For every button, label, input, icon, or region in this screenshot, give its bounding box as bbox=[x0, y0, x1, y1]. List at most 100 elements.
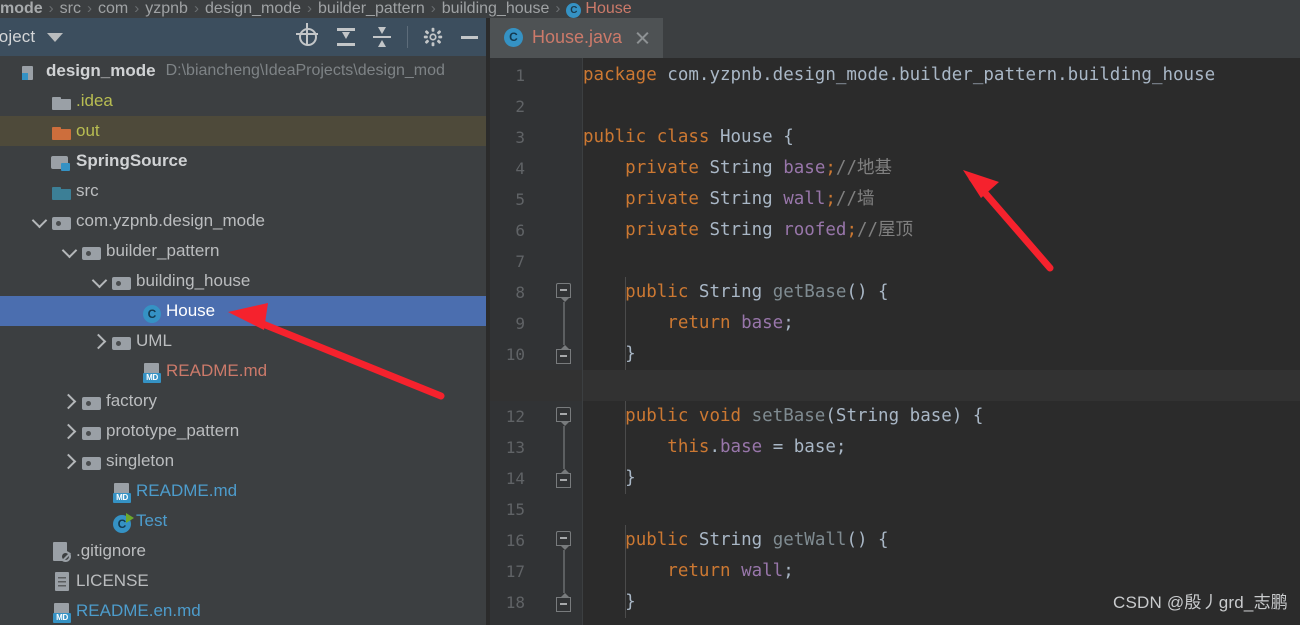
tree-node-springsource[interactable]: SpringSource bbox=[0, 146, 486, 176]
code-line[interactable]: private String wall;//墙 bbox=[583, 184, 1300, 215]
tree-node-prototype-pattern[interactable]: prototype_pattern bbox=[0, 416, 486, 446]
tree-node-building-house[interactable]: building_house bbox=[0, 266, 486, 296]
code-token: String bbox=[709, 158, 784, 178]
tree-node-readme-en-md[interactable]: MD README.en.md bbox=[0, 596, 486, 625]
hide-panel-icon[interactable] bbox=[458, 26, 480, 48]
code-line[interactable] bbox=[583, 494, 1300, 525]
code-line[interactable]: public void setBase(String base) { bbox=[583, 401, 1300, 432]
tree-twisty-placeholder bbox=[120, 356, 140, 386]
code-line[interactable]: package com.yzpnb.design_mode.builder_pa… bbox=[583, 60, 1300, 91]
chevron-right-icon[interactable] bbox=[90, 326, 110, 356]
tree-node-design-mode[interactable]: design_mode D:\biancheng\IdeaProjects\des… bbox=[0, 56, 486, 86]
project-panel-title[interactable]: roject bbox=[0, 27, 35, 47]
code-token: ; bbox=[783, 561, 794, 581]
editor-gutter[interactable]: 123456789101112131415161718 bbox=[490, 58, 583, 625]
chevron-down-icon[interactable] bbox=[60, 236, 80, 266]
tree-node-label: com.yzpnb.design_mode bbox=[76, 211, 266, 230]
tree-node--gitignore[interactable]: .gitignore bbox=[0, 536, 486, 566]
ignore-badge bbox=[60, 551, 71, 562]
code-fold-toggle[interactable] bbox=[556, 407, 571, 422]
tree-node-com-yzpnb-design-mode[interactable]: com.yzpnb.design_mode bbox=[0, 206, 486, 236]
tree-node-singleton[interactable]: singleton bbox=[0, 446, 486, 476]
code-fold-toggle[interactable] bbox=[556, 283, 571, 298]
chevron-down-icon[interactable] bbox=[90, 266, 110, 296]
code-fold-toggle[interactable] bbox=[556, 531, 571, 546]
collapse-all-icon[interactable] bbox=[371, 26, 393, 48]
chevron-right-icon[interactable] bbox=[60, 446, 80, 476]
breadcrumb-item-yzpnb[interactable]: yzpnb bbox=[145, 0, 188, 18]
code-token: base bbox=[909, 406, 952, 426]
tree-node-builder-pattern[interactable]: builder_pattern bbox=[0, 236, 486, 266]
breadcrumb[interactable]: mode › src › com › yzpnb › design_mode › builder_p… bbox=[0, 0, 1300, 18]
code-token: this bbox=[667, 437, 710, 457]
code-token: getBase bbox=[772, 282, 847, 302]
tree-node-label: SpringSource bbox=[76, 151, 188, 170]
code-line[interactable]: } bbox=[583, 463, 1300, 494]
project-root-path: D:\biancheng\IdeaProjects\design_mod bbox=[165, 62, 445, 79]
expand-all-icon[interactable] bbox=[335, 26, 357, 48]
settings-gear-icon[interactable] bbox=[422, 26, 444, 48]
code-line[interactable]: this.base = base; bbox=[583, 432, 1300, 463]
indent-guide bbox=[625, 401, 626, 494]
tree-node-factory[interactable]: factory bbox=[0, 386, 486, 416]
tree-node-readme-md[interactable]: MD README.md bbox=[0, 476, 486, 506]
close-icon[interactable] bbox=[634, 29, 651, 46]
line-number: 7 bbox=[515, 252, 525, 271]
code-token: () { bbox=[846, 530, 889, 550]
editor-tab-label: House.java bbox=[532, 26, 623, 47]
tree-node--idea[interactable]: .idea bbox=[0, 86, 486, 116]
chevron-right-icon[interactable] bbox=[60, 416, 80, 446]
code-fold-toggle[interactable] bbox=[556, 597, 571, 612]
chevron-down-icon[interactable] bbox=[30, 206, 50, 236]
code-editor[interactable]: 123456789101112131415161718 package com.… bbox=[490, 58, 1300, 625]
breadcrumb-item-design_mode[interactable]: design_mode bbox=[205, 0, 301, 18]
tree-node-uml[interactable]: UML bbox=[0, 326, 486, 356]
tree-node-out[interactable]: out bbox=[0, 116, 486, 146]
breadcrumb-item-mode[interactable]: mode bbox=[0, 0, 43, 18]
tree-node-label: design_mode bbox=[46, 61, 156, 80]
code-fold-toggle[interactable] bbox=[556, 473, 571, 488]
code-line[interactable]: private String roofed;//屋顶 bbox=[583, 215, 1300, 246]
scope-target-icon[interactable] bbox=[299, 26, 321, 48]
breadcrumb-item-building_house[interactable]: building_house bbox=[442, 0, 550, 18]
breadcrumb-item-house[interactable]: House bbox=[585, 0, 631, 18]
tree-node-src[interactable]: src bbox=[0, 176, 486, 206]
code-line[interactable] bbox=[583, 370, 1300, 401]
code-line[interactable]: public String getWall() { bbox=[583, 525, 1300, 556]
tree-node-test[interactable]: Test bbox=[0, 506, 486, 536]
tree-node-readme-md[interactable]: MD README.md bbox=[0, 356, 486, 386]
code-line[interactable] bbox=[583, 91, 1300, 122]
project-file-tree[interactable]: design_mode D:\biancheng\IdeaProjects\des… bbox=[0, 56, 486, 625]
code-line[interactable]: return wall; bbox=[583, 556, 1300, 587]
code-line[interactable]: public class House { bbox=[583, 122, 1300, 153]
chevron-down-icon[interactable] bbox=[47, 32, 64, 42]
tree-node-label: out bbox=[76, 121, 100, 140]
editor-tab-house-java[interactable]: House.java bbox=[490, 18, 664, 58]
breadcrumb-item-src[interactable]: src bbox=[60, 0, 81, 18]
code-fold-toggle[interactable] bbox=[556, 349, 571, 364]
chevron-right-icon[interactable] bbox=[60, 386, 80, 416]
tree-node-label: LICENSE bbox=[76, 571, 149, 590]
breadcrumb-item-com[interactable]: com bbox=[98, 0, 128, 18]
tree-node-house[interactable]: House bbox=[0, 296, 486, 326]
code-text[interactable]: package com.yzpnb.design_mode.builder_pa… bbox=[583, 58, 1300, 625]
code-token: ; bbox=[825, 158, 836, 178]
code-token: return bbox=[667, 561, 742, 581]
package-icon bbox=[110, 326, 134, 356]
breadcrumb-item-builder_pattern[interactable]: builder_pattern bbox=[318, 0, 425, 18]
run-arrow-icon bbox=[126, 513, 134, 523]
tree-node-license[interactable]: LICENSE bbox=[0, 566, 486, 596]
code-line[interactable]: } bbox=[583, 339, 1300, 370]
code-token: package bbox=[583, 65, 668, 85]
code-line[interactable]: return base; bbox=[583, 308, 1300, 339]
tree-twisty-placeholder bbox=[0, 56, 20, 86]
line-number: 9 bbox=[515, 314, 525, 333]
tree-twisty-placeholder bbox=[30, 146, 50, 176]
minus-icon bbox=[559, 289, 567, 291]
code-line[interactable]: private String base;//地基 bbox=[583, 153, 1300, 184]
code-line[interactable] bbox=[583, 246, 1300, 277]
code-line[interactable]: public String getBase() { bbox=[583, 277, 1300, 308]
